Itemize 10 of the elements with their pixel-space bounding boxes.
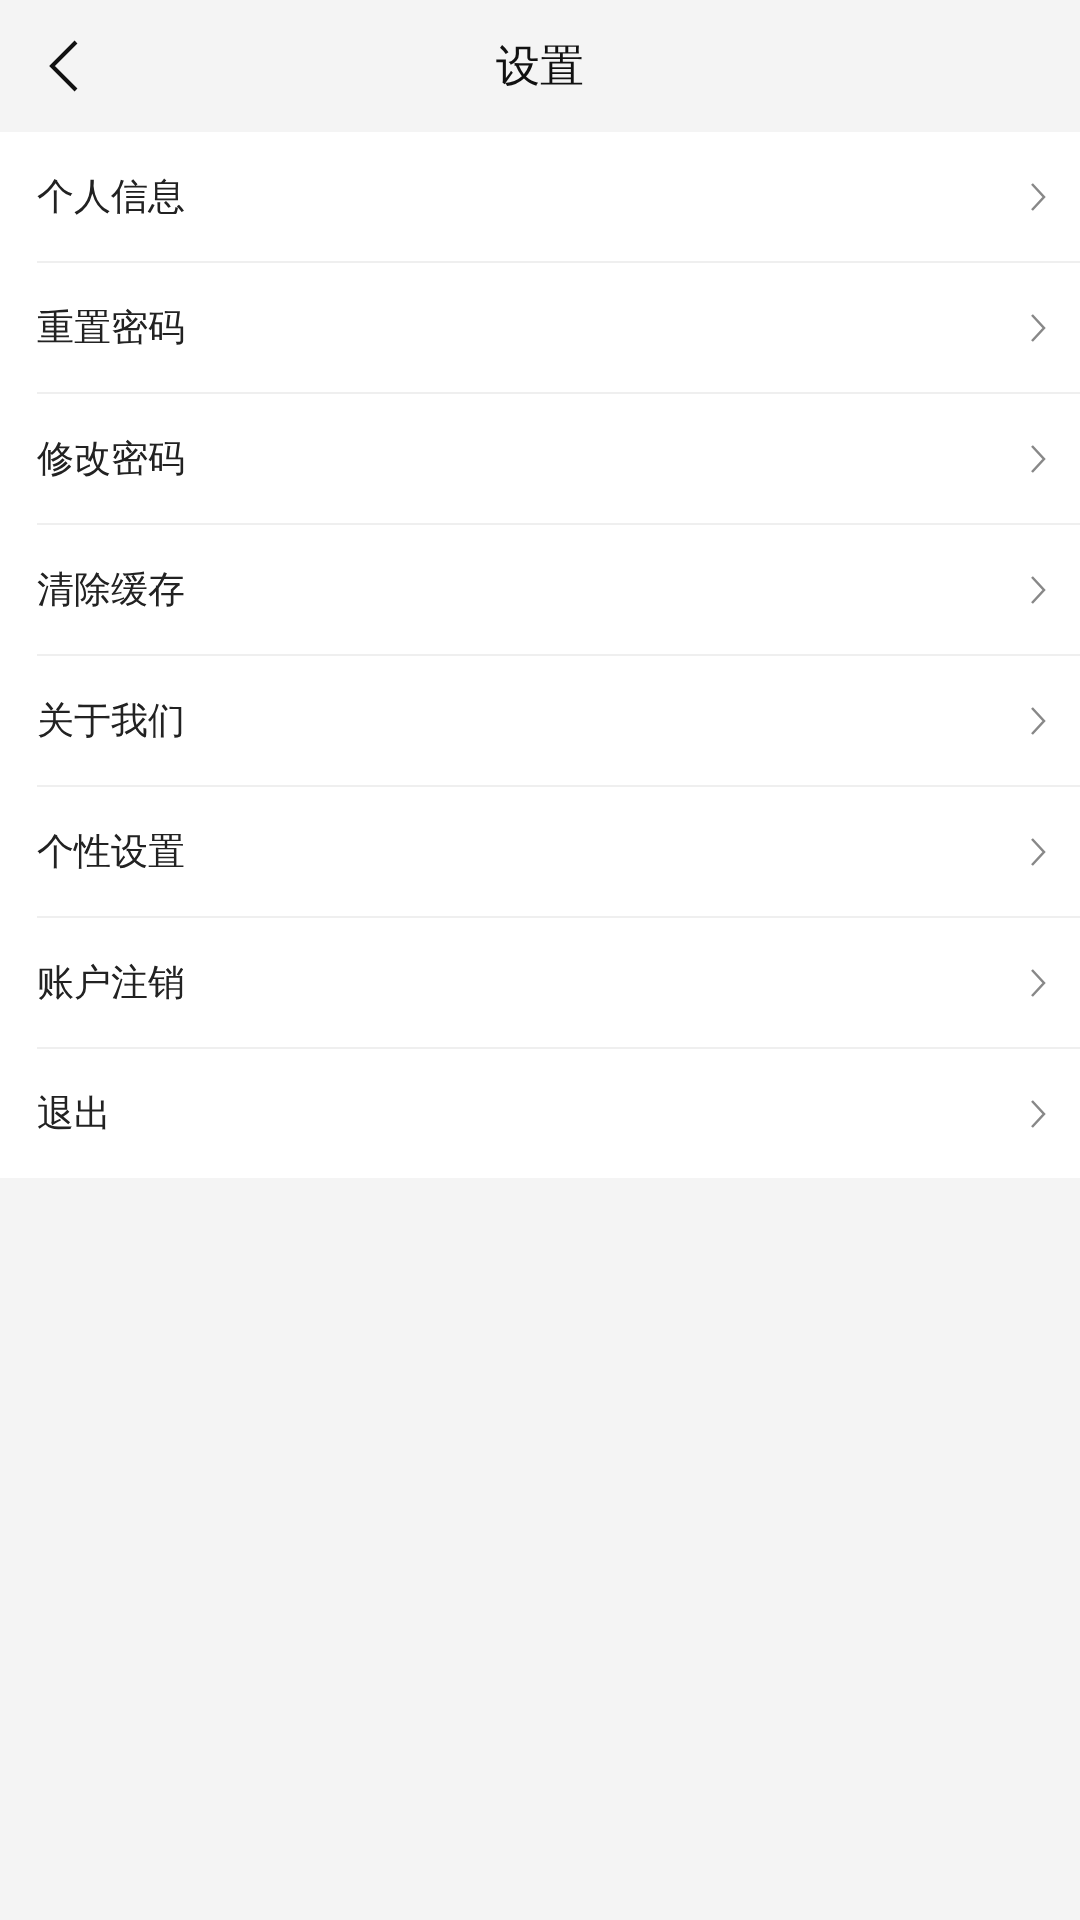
chevron-right-icon	[1030, 312, 1046, 343]
chevron-right-icon	[1030, 181, 1046, 212]
chevron-right-icon	[1030, 1098, 1046, 1129]
page-title: 设置	[496, 38, 584, 93]
back-button[interactable]	[48, 40, 80, 92]
chevron-right-icon	[1030, 836, 1046, 867]
chevron-right-icon	[1030, 705, 1046, 736]
chevron-right-icon	[1030, 443, 1046, 474]
chevron-right-icon	[1030, 967, 1046, 998]
chevron-right-icon	[1030, 574, 1046, 605]
